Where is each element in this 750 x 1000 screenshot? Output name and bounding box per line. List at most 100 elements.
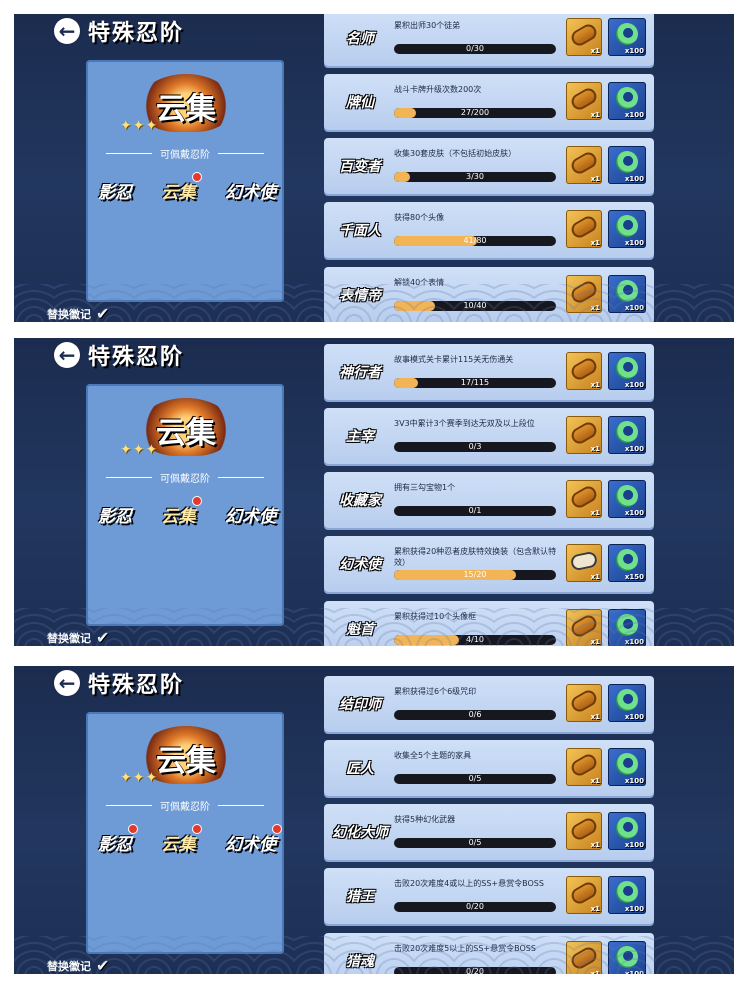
progress-bar: 0/1	[394, 506, 556, 516]
reward-quantity: x100	[624, 970, 644, 974]
back-arrow-icon[interactable]: ←	[54, 18, 80, 44]
rank-item[interactable]: 幻术使	[225, 824, 282, 855]
rank-item[interactable]: 影忍	[98, 178, 132, 203]
back-arrow-icon[interactable]: ←	[54, 670, 80, 696]
reward-quantity: x100	[624, 304, 644, 312]
reward-quantity: x1	[590, 175, 600, 183]
rank-item[interactable]: 幻术使	[225, 502, 276, 527]
replace-emblem-toggle[interactable]: 替换徽记 ✔	[47, 304, 109, 322]
reward-scroll-item[interactable]: x1	[566, 352, 602, 390]
back-arrow-icon[interactable]: ←	[54, 342, 80, 368]
rank-showcase: 云集 ✦✦✦ 可佩戴忍阶 影忍 云集 幻术使	[86, 60, 284, 302]
rank-item[interactable]: 幻术使	[225, 178, 276, 203]
reward-scroll-item[interactable]: x1	[566, 18, 602, 56]
sublabel-text: 可佩戴忍阶	[160, 474, 210, 485]
wearable-ranks-label: 可佩戴忍阶	[86, 146, 284, 161]
progress-bar: 0/30	[394, 44, 556, 54]
reward-currency-item[interactable]: x100	[608, 275, 646, 313]
reward-currency-item[interactable]: x100	[608, 416, 646, 454]
reward-quantity: x1	[590, 573, 600, 581]
replace-emblem-toggle[interactable]: 替换徽记 ✔	[47, 956, 109, 974]
achievement-title: 主宰	[346, 429, 374, 445]
rank-item[interactable]: 影忍	[98, 502, 132, 527]
reward-currency-item[interactable]: x100	[608, 748, 646, 786]
reward-currency-item[interactable]: x100	[608, 352, 646, 390]
achievement-card[interactable]: 百变者 收集30套皮肤（不包括初始皮肤） 3/30 x1 x100	[324, 138, 654, 194]
green-swirl-icon	[616, 614, 638, 636]
replace-emblem-toggle[interactable]: 替换徽记 ✔	[47, 628, 109, 646]
progress-text: 15/20	[463, 570, 487, 579]
green-swirl-icon	[616, 881, 638, 903]
rank-item-selected[interactable]: 云集	[161, 824, 202, 855]
progress-bar: 4/10	[394, 635, 556, 645]
reward-scroll-item[interactable]: x1	[566, 684, 602, 722]
achievement-card[interactable]: 名师 累积出师30个徒弟 0/30 x1 x100	[324, 14, 654, 66]
checkmark-icon[interactable]: ✔	[96, 628, 109, 646]
reward-scroll-item[interactable]: x1	[566, 876, 602, 914]
reward-quantity: x100	[624, 841, 644, 849]
reward-scroll-item[interactable]: x1	[566, 82, 602, 120]
achievement-card[interactable]: 魁首 累积获得过10个头像框 4/10 x1 x100	[324, 601, 654, 646]
achievement-card[interactable]: 千面人 获得80个头像 41/80 x1 x100	[324, 202, 654, 258]
reward-scroll-item[interactable]: x1	[566, 275, 602, 313]
progress-bar: 0/3	[394, 442, 556, 452]
reward-currency-item[interactable]: x100	[608, 876, 646, 914]
achievement-title: 魁首	[346, 622, 374, 638]
achievement-card[interactable]: 猎魂 击败20次难度5以上的SS+悬赏令BOSS 0/20 x1 x100	[324, 933, 654, 974]
checkmark-icon[interactable]: ✔	[96, 304, 109, 322]
achievement-card[interactable]: 猎王 击败20次难度4或以上的SS+悬赏令BOSS 0/20 x1 x100	[324, 868, 654, 924]
achievement-title: 匠人	[346, 761, 374, 777]
progress-bar: 0/20	[394, 902, 556, 912]
reward-currency-item[interactable]: x100	[608, 146, 646, 184]
progress-bar: 0/5	[394, 838, 556, 848]
reward-currency-item[interactable]: x150	[608, 544, 646, 582]
achievement-card[interactable]: 牌仙 战斗卡牌升级次数200次 27/200 x1 x100	[324, 74, 654, 130]
screenshot-panel-2: ← 特殊忍阶 云集 ✦✦✦ 可佩戴忍阶 影忍 云集 幻术使 替换徽记 ✔ 神行者…	[14, 338, 734, 646]
reward-currency-item[interactable]: x100	[608, 18, 646, 56]
header: ← 特殊忍阶	[54, 340, 184, 370]
scroll-icon	[568, 612, 600, 640]
progress-bar: 41/80	[394, 236, 556, 246]
reward-currency-item[interactable]: x100	[608, 812, 646, 850]
reward-scroll-item[interactable]: x1	[566, 480, 602, 518]
achievement-description: 解锁40个表情	[394, 278, 445, 287]
achievement-card[interactable]: 主宰 3V3中累计3个赛季到达无双及以上段位 0/3 x1 x100	[324, 408, 654, 464]
scroll-icon	[568, 483, 600, 511]
reward-currency-item[interactable]: x100	[608, 941, 646, 974]
reward-scroll-item[interactable]: x1	[566, 416, 602, 454]
reward-quantity: x100	[624, 638, 644, 646]
reward-currency-item[interactable]: x100	[608, 684, 646, 722]
reward-currency-item[interactable]: x100	[608, 480, 646, 518]
achievement-card[interactable]: 神行者 故事模式关卡累计115关无伤通关 17/115 x1 x100	[324, 344, 654, 400]
achievement-card[interactable]: 幻术使 累积获得20种忍者皮肤特效换装（包含默认特效） 15/20 x1 x150	[324, 536, 654, 592]
rank-label: 云集	[161, 835, 196, 855]
header: ← 特殊忍阶	[54, 16, 184, 46]
achievement-description: 收集30套皮肤（不包括初始皮肤）	[394, 149, 517, 158]
reward-quantity: x100	[624, 777, 644, 785]
progress-bar: 3/30	[394, 172, 556, 182]
reward-scroll-item[interactable]: x1	[566, 146, 602, 184]
reward-currency-item[interactable]: x100	[608, 82, 646, 120]
notification-dot-icon	[191, 824, 202, 834]
reward-currency-item[interactable]: x100	[608, 210, 646, 248]
rank-item-selected[interactable]: 云集	[162, 496, 202, 527]
achievement-card[interactable]: 幻化大师 获得5种幻化武器 0/5 x1 x100	[324, 804, 654, 860]
achievement-card[interactable]: 结印师 累积获得过6个6级咒印 0/6 x1 x100	[324, 676, 654, 732]
reward-scroll-item[interactable]: x1	[566, 941, 602, 974]
reward-currency-item[interactable]: x100	[608, 609, 646, 646]
reward-quantity: x100	[624, 47, 644, 55]
achievement-title: 猎王	[346, 889, 374, 905]
green-swirl-icon	[616, 421, 638, 443]
reward-quantity: x1	[590, 445, 600, 453]
rank-item-selected[interactable]: 云集	[162, 172, 202, 203]
achievement-card[interactable]: 匠人 收集全5个主题的家具 0/5 x1 x100	[324, 740, 654, 796]
reward-scroll-item[interactable]: x1	[566, 812, 602, 850]
achievement-card[interactable]: 表情帝 解锁40个表情 10/40 x1 x100	[324, 267, 654, 322]
reward-scroll-item[interactable]: x1	[566, 609, 602, 646]
achievement-card[interactable]: 收藏家 拥有三勾宝物1个 0/1 x1 x100	[324, 472, 654, 528]
reward-scroll-item[interactable]: x1	[566, 544, 602, 582]
reward-scroll-item[interactable]: x1	[566, 748, 602, 786]
checkmark-icon[interactable]: ✔	[96, 956, 109, 974]
reward-scroll-item[interactable]: x1	[566, 210, 602, 248]
rank-item[interactable]: 影忍	[98, 824, 138, 855]
